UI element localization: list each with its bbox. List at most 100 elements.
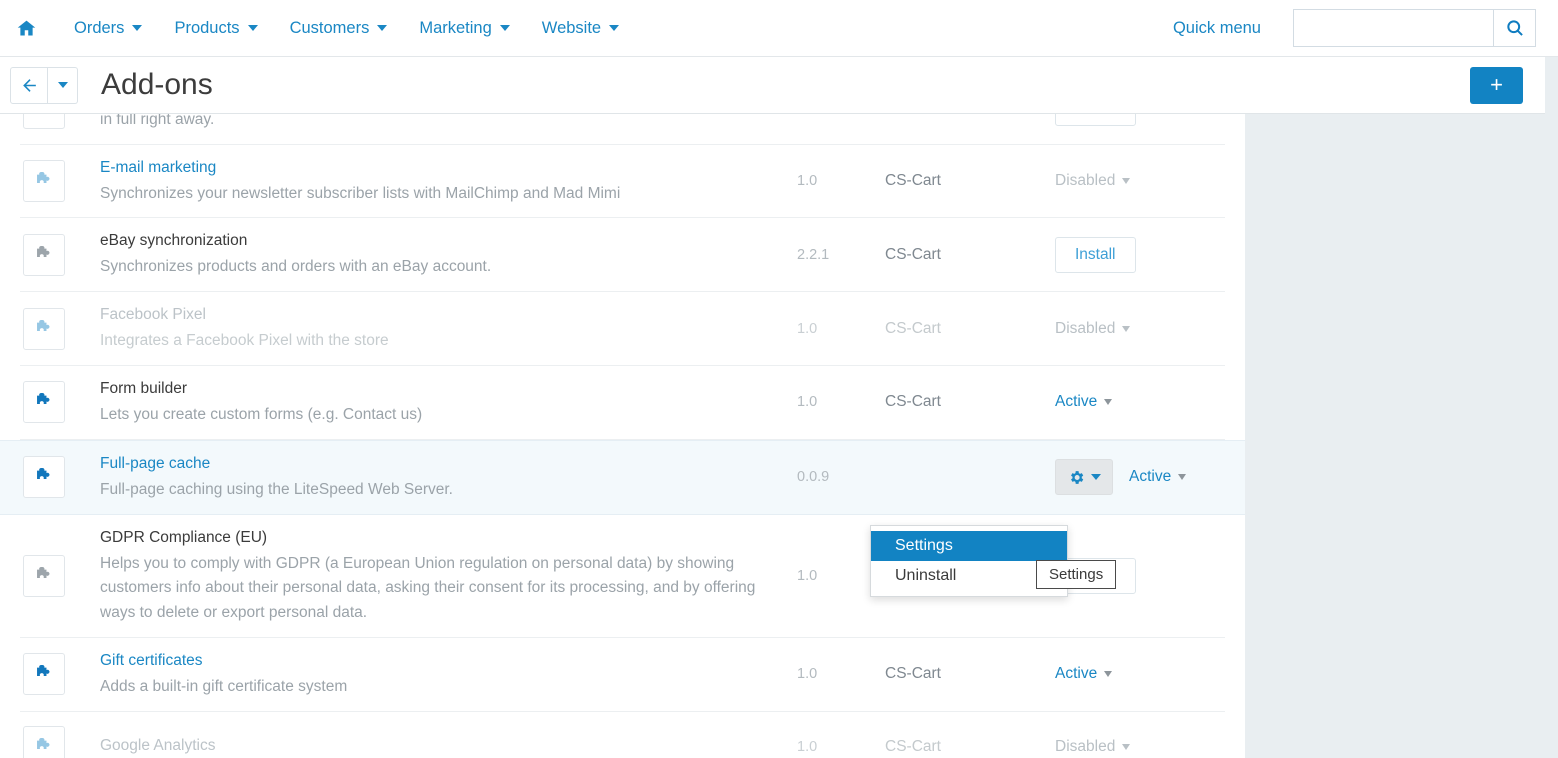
table-row[interactable]: Full-page cache Full-page caching using t… — [0, 439, 1245, 515]
addon-icon-cell — [20, 725, 68, 758]
search-icon — [1506, 20, 1523, 36]
addon-icon-box — [23, 114, 65, 129]
search-input[interactable] — [1293, 9, 1493, 47]
nav-item-customers[interactable]: Customers — [274, 19, 404, 38]
addon-provider: CS-Cart — [885, 172, 941, 189]
addon-info-cell: Full-page cache Full-page caching using t… — [100, 441, 797, 514]
status-badge[interactable]: Disabled — [1055, 737, 1131, 756]
addon-provider: CS-Cart — [885, 665, 941, 683]
addons-rows-container: Lets customers spread the cost of any pu… — [0, 114, 1245, 758]
addon-icon-cell — [20, 456, 68, 499]
addon-version: 0.0.9 — [797, 469, 830, 486]
status-label: Disabled — [1055, 737, 1116, 755]
addon-name[interactable]: Full-page cache — [100, 452, 797, 476]
chevron-down-icon — [1178, 474, 1187, 481]
addon-description: Lets customers spread the cost of any pu… — [100, 114, 215, 128]
table-row[interactable]: E-mail marketing Synchronizes your newsle… — [20, 145, 1225, 219]
table-row[interactable]: Facebook Pixel Integrates a Facebook Pixe… — [20, 292, 1225, 367]
puzzle-icon — [37, 245, 50, 257]
chevron-down-icon — [1104, 671, 1113, 678]
addon-icon-cell — [20, 554, 68, 597]
dropdown-item-settings[interactable]: Settings — [871, 531, 1067, 561]
addon-description: Synchronizes products and orders with an… — [100, 258, 492, 276]
addon-description: Helps you to comply with GDPR (a Europea… — [100, 554, 756, 622]
arrow-left-icon — [22, 78, 36, 92]
status-label: Disabled — [1055, 172, 1116, 189]
addon-icon-box — [23, 381, 65, 424]
addon-icon-cell — [20, 160, 68, 202]
addon-version: 1.0 — [797, 320, 818, 337]
table-row[interactable]: Google Analytics 1.0 CS-Cart Disabled — [20, 712, 1225, 758]
addon-action-cell: Disabled — [1045, 320, 1225, 338]
addon-info-cell: Form builder Lets you create custom forms… — [100, 366, 797, 439]
gear-icon — [1070, 470, 1083, 484]
quick-menu-link[interactable]: Quick menu — [1173, 19, 1261, 38]
addon-description: Synchronizes your newsletter subscriber … — [100, 184, 621, 202]
addon-name: eBay synchronization — [100, 232, 248, 250]
chevron-down-icon — [1104, 399, 1113, 406]
puzzle-icon — [37, 566, 50, 578]
top-navigation-bar: Orders Products Customers Marketing Webs… — [0, 0, 1558, 57]
addon-action-cell: Active — [1045, 393, 1225, 411]
table-row[interactable]: Gift certificates Adds a built-in gift ce… — [20, 638, 1225, 712]
puzzle-icon — [37, 737, 50, 749]
addon-provider: CS-Cart — [885, 319, 941, 337]
addon-icon-cell — [20, 307, 68, 350]
puzzle-icon — [37, 468, 50, 480]
addon-name[interactable]: E-mail marketing — [100, 156, 797, 180]
addon-version: 1.0 — [797, 738, 818, 755]
addon-version: 1.0 — [797, 666, 818, 683]
home-icon[interactable] — [12, 14, 40, 42]
nav-item-marketing-label: Marketing — [419, 18, 492, 37]
table-row[interactable]: Form builder Lets you create custom forms… — [20, 366, 1225, 440]
puzzle-icon — [33, 114, 55, 119]
addon-info-cell: GDPR Compliance (EU) Helps you to comply … — [100, 515, 797, 637]
puzzle-icon — [37, 393, 50, 405]
add-addon-button[interactable]: + — [1470, 66, 1523, 104]
chevron-down-icon — [609, 25, 620, 31]
back-button-group — [10, 66, 78, 104]
addon-info-cell: Lets customers spread the cost of any pu… — [100, 114, 797, 144]
addon-provider: CS-Cart — [885, 245, 941, 263]
addon-action-cell: Disabled — [1045, 738, 1225, 756]
back-dropdown-button[interactable] — [48, 66, 78, 104]
nav-item-website[interactable]: Website — [526, 19, 635, 38]
status-badge[interactable]: Active — [1055, 393, 1113, 411]
nav-item-products[interactable]: Products — [158, 19, 273, 38]
chevron-down-icon — [1090, 474, 1101, 481]
status-label: Active — [1055, 665, 1098, 683]
addon-description: Adds a built-in gift certificate system — [100, 678, 348, 696]
search-button[interactable] — [1493, 9, 1536, 47]
back-button[interactable] — [10, 66, 48, 104]
status-badge[interactable]: Disabled — [1055, 172, 1131, 190]
addon-info-cell: Gift certificates Adds a built-in gift ce… — [100, 638, 797, 711]
addon-version: 2.2.1 — [797, 246, 830, 263]
nav-item-orders[interactable]: Orders — [58, 19, 158, 38]
install-button[interactable]: Install — [1055, 236, 1136, 273]
addon-name[interactable]: Gift certificates — [100, 649, 797, 673]
addon-provider: CS-Cart — [885, 393, 941, 411]
addon-name: Google Analytics — [100, 736, 216, 754]
addon-info-cell: E-mail marketing Synchronizes your newsle… — [100, 145, 797, 218]
addon-icon-box — [23, 233, 65, 276]
addon-action-cell: Active — [1045, 665, 1225, 683]
addon-provider: CS-Cart — [885, 737, 941, 755]
addon-description: Lets you create custom forms (e.g. Conta… — [100, 406, 423, 424]
addon-settings-gear-button[interactable] — [1055, 459, 1113, 496]
settings-tooltip: Settings — [1036, 560, 1117, 589]
nav-item-marketing[interactable]: Marketing — [403, 19, 525, 38]
status-badge[interactable]: Disabled — [1055, 320, 1131, 338]
addon-icon-cell — [20, 381, 68, 424]
install-button[interactable]: Install — [1055, 114, 1136, 126]
status-badge[interactable]: Active — [1129, 468, 1187, 486]
table-row[interactable]: Lets customers spread the cost of any pu… — [20, 114, 1225, 145]
top-navigation-right: Quick menu — [1173, 0, 1558, 56]
addon-icon-box — [23, 456, 65, 499]
chevron-down-icon — [1122, 325, 1131, 332]
chevron-down-icon — [247, 25, 258, 31]
addon-name: Form builder — [100, 380, 187, 398]
chevron-down-icon — [1122, 743, 1131, 750]
table-row[interactable]: eBay synchronization Synchronizes product… — [20, 218, 1225, 293]
status-badge[interactable]: Active — [1055, 665, 1113, 683]
status-label: Active — [1129, 468, 1172, 486]
